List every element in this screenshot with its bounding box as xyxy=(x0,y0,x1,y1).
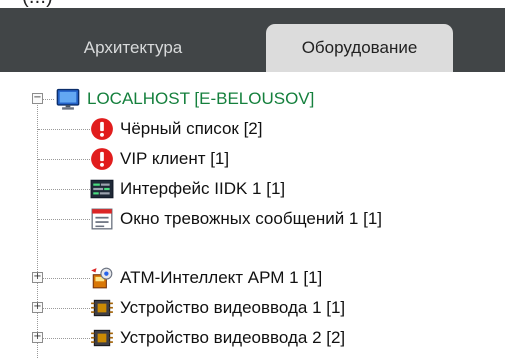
terminal-interface-icon xyxy=(90,179,114,199)
video-capture-chip-icon xyxy=(91,299,113,317)
cropped-top-text-content: (...) xyxy=(22,0,53,8)
tree-connector-line xyxy=(42,99,54,100)
alarm-window-icon xyxy=(91,208,113,230)
tree-connector-line xyxy=(43,278,90,279)
cropped-top-text: (...) xyxy=(0,0,505,8)
tree-node-root[interactable]: LOCALHOST [E-BELOUSOV] xyxy=(55,84,314,114)
tab-architecture[interactable]: Архитектура xyxy=(38,24,228,72)
computer-monitor-icon xyxy=(56,88,80,110)
expand-toggle[interactable]: + xyxy=(32,272,43,283)
tree-node-label: Устройство видеоввода 2 [2] xyxy=(120,328,346,347)
tree-connector-line xyxy=(37,100,38,358)
tree-connector-line xyxy=(43,338,90,339)
tree-node-video-input-1[interactable]: Устройство видеоввода 1 [1] xyxy=(90,293,345,323)
tree-node-iidk-interface[interactable]: Интерфейс IIDK 1 [1] xyxy=(90,174,285,204)
tab-bar: Архитектура Оборудование xyxy=(0,8,505,72)
tree-connector-line xyxy=(38,129,90,130)
expand-toggle[interactable]: + xyxy=(32,332,43,343)
tree-connector-line xyxy=(43,308,90,309)
collapse-toggle[interactable]: − xyxy=(32,93,43,104)
tree-node-label: Окно тревожных сообщений 1 [1] xyxy=(120,209,382,228)
tree-node-blacklist[interactable]: Чёрный список [2] xyxy=(90,114,262,144)
tree-node-alarm-window[interactable]: Окно тревожных сообщений 1 [1] xyxy=(90,204,382,234)
tree-node-label: LOCALHOST [E-BELOUSOV] xyxy=(87,89,315,108)
tree-node-atm-intellect[interactable]: ATM-Интеллект АРМ 1 [1] xyxy=(90,263,322,293)
tree-connector-line xyxy=(38,219,90,220)
tree-node-video-input-2[interactable]: Устройство видеоввода 2 [2] xyxy=(90,323,345,353)
tree-node-label: Устройство видеоввода 1 [1] xyxy=(120,298,346,317)
tree-connector-line xyxy=(38,189,90,190)
tab-equipment[interactable]: Оборудование xyxy=(266,24,453,72)
tree-node-label: Чёрный список [2] xyxy=(120,119,263,138)
red-alert-icon xyxy=(91,118,113,140)
equipment-tree: − LOCALHOST [E-BELOUSOV] Чёрный список [… xyxy=(0,72,505,360)
expand-toggle[interactable]: + xyxy=(32,302,43,313)
tree-node-label: VIP клиент [1] xyxy=(120,149,230,168)
atm-intellect-icon xyxy=(91,267,113,289)
tree-node-label: ATM-Интеллект АРМ 1 [1] xyxy=(120,268,323,287)
video-capture-chip-icon xyxy=(91,329,113,347)
tree-node-vip-client[interactable]: VIP клиент [1] xyxy=(90,144,229,174)
tree-connector-line xyxy=(38,159,90,160)
red-alert-icon xyxy=(91,148,113,170)
tree-node-label: Интерфейс IIDK 1 [1] xyxy=(120,179,286,198)
